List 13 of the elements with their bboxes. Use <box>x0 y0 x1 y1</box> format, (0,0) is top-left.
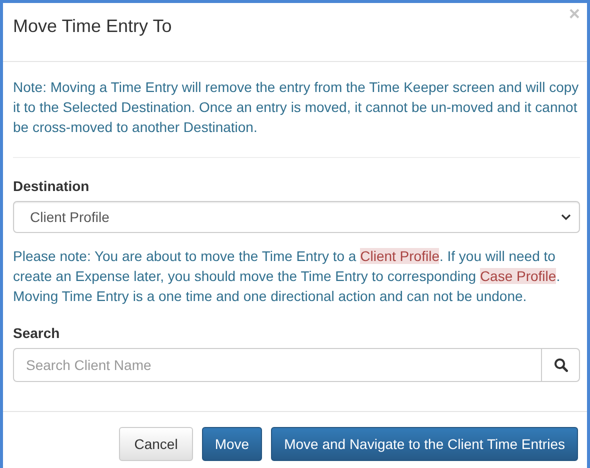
chevron-down-icon <box>561 214 571 220</box>
search-icon <box>554 358 568 372</box>
search-label: Search <box>13 325 61 341</box>
primary-button[interactable]: Move and Navigate to the Client Time Entries <box>271 427 578 461</box>
destination-dropdown[interactable]: Client Profile <box>13 201 580 233</box>
cancel-button[interactable]: Cancel <box>119 427 193 461</box>
search-button[interactable] <box>541 348 580 382</box>
dialog-title: Move Time Entry To <box>13 16 172 36</box>
warning-text: Please note: You are about to move the Time Entry to a Client Profile. If you will need to create an Expense later, you should move the Time Entry to corresponding Case Profile. Moving Time Entry is a one time and one directional action and can not be undone. <box>13 247 562 306</box>
primary-button[interactable]: Move <box>202 427 262 461</box>
note-text: Note: Moving a Time Entry will remove the entry from the Time Keeper screen and will copy it to the Selected Destination. Once an entry is moved, it cannot be un-moved and it cannot be cross-moved to another Destination. <box>13 78 580 137</box>
destination-label: Destination <box>13 178 90 194</box>
search-field[interactable]: Search Client Name <box>13 348 541 382</box>
